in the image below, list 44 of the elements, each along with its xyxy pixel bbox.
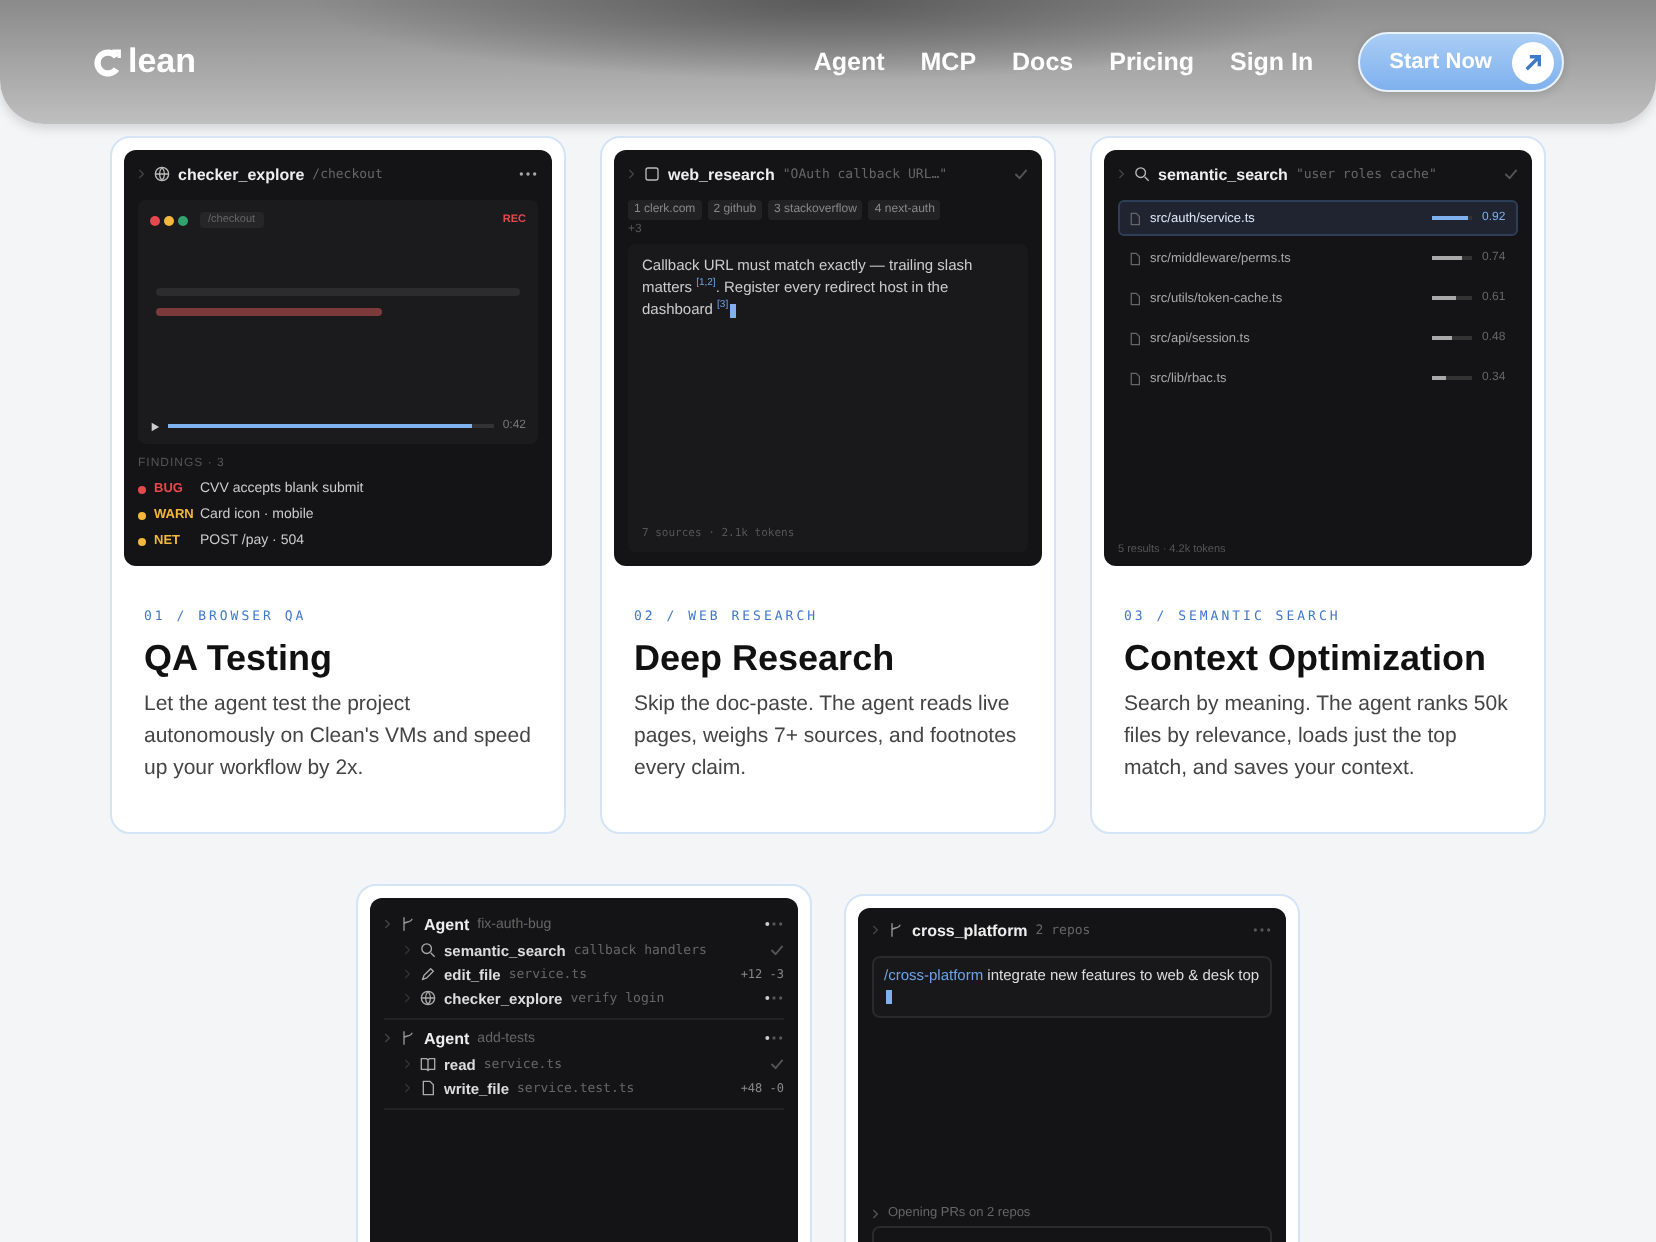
globe-icon (420, 990, 436, 1006)
agent-label: Agent (424, 1029, 470, 1047)
nav-link[interactable]: Sign In (1229, 48, 1314, 76)
chevron-icon (872, 924, 880, 936)
tool-name: semantic_search (1158, 165, 1288, 183)
branch-icon (888, 922, 904, 938)
tool-name: web_research (668, 165, 775, 183)
nav-link[interactable]: Pricing (1109, 48, 1194, 76)
branch-icon (400, 1030, 416, 1046)
feature-title: Context Optimization (1124, 638, 1488, 680)
file-icon (1130, 331, 1140, 345)
more-icon[interactable] (518, 170, 538, 178)
tool-name: checker_explore (178, 165, 305, 183)
feature-description: Skip the doc-paste. The agent reads live pages, weighs 7+ sources, and footnotes every claim. (634, 690, 1019, 783)
logo-text[interactable]: lean (128, 42, 197, 82)
file-icon (1130, 211, 1140, 225)
file-icon (1130, 251, 1140, 265)
feature-title: QA Testing (144, 638, 334, 680)
globe-icon (154, 166, 170, 182)
chevron-icon (384, 918, 392, 930)
pencil-icon (420, 966, 436, 982)
chevron-icon (138, 168, 146, 180)
file-icon (1130, 291, 1140, 305)
logo-icon (92, 45, 126, 79)
tool-name: cross_platform (912, 921, 1028, 939)
agent-label: Agent (424, 915, 470, 933)
nav-link[interactable]: Docs (1012, 48, 1074, 76)
feature-description: Let the agent test the project autonomously on Clean's VMs and speed up your workflow by 2x. (144, 690, 532, 783)
search-icon (1134, 166, 1150, 182)
search-icon (420, 942, 436, 958)
branch-icon (400, 916, 416, 932)
book-icon (420, 1056, 436, 1072)
chevron-icon (384, 1032, 392, 1044)
chevron-icon (1118, 168, 1126, 180)
file-icon (1130, 371, 1140, 385)
feature-title: Deep Research (634, 638, 897, 680)
play-icon[interactable] (150, 421, 160, 431)
chevron-icon (872, 1207, 880, 1219)
window-icon (644, 166, 660, 182)
feature-description: Search by meaning. The agent ranks 50k files by relevance, loads just the top match, and saves your context. (1124, 690, 1510, 783)
file-icon (420, 1080, 436, 1096)
nav-link[interactable]: Agent (813, 48, 885, 76)
chevron-icon (628, 168, 636, 180)
nav-link[interactable]: MCP (920, 48, 977, 76)
